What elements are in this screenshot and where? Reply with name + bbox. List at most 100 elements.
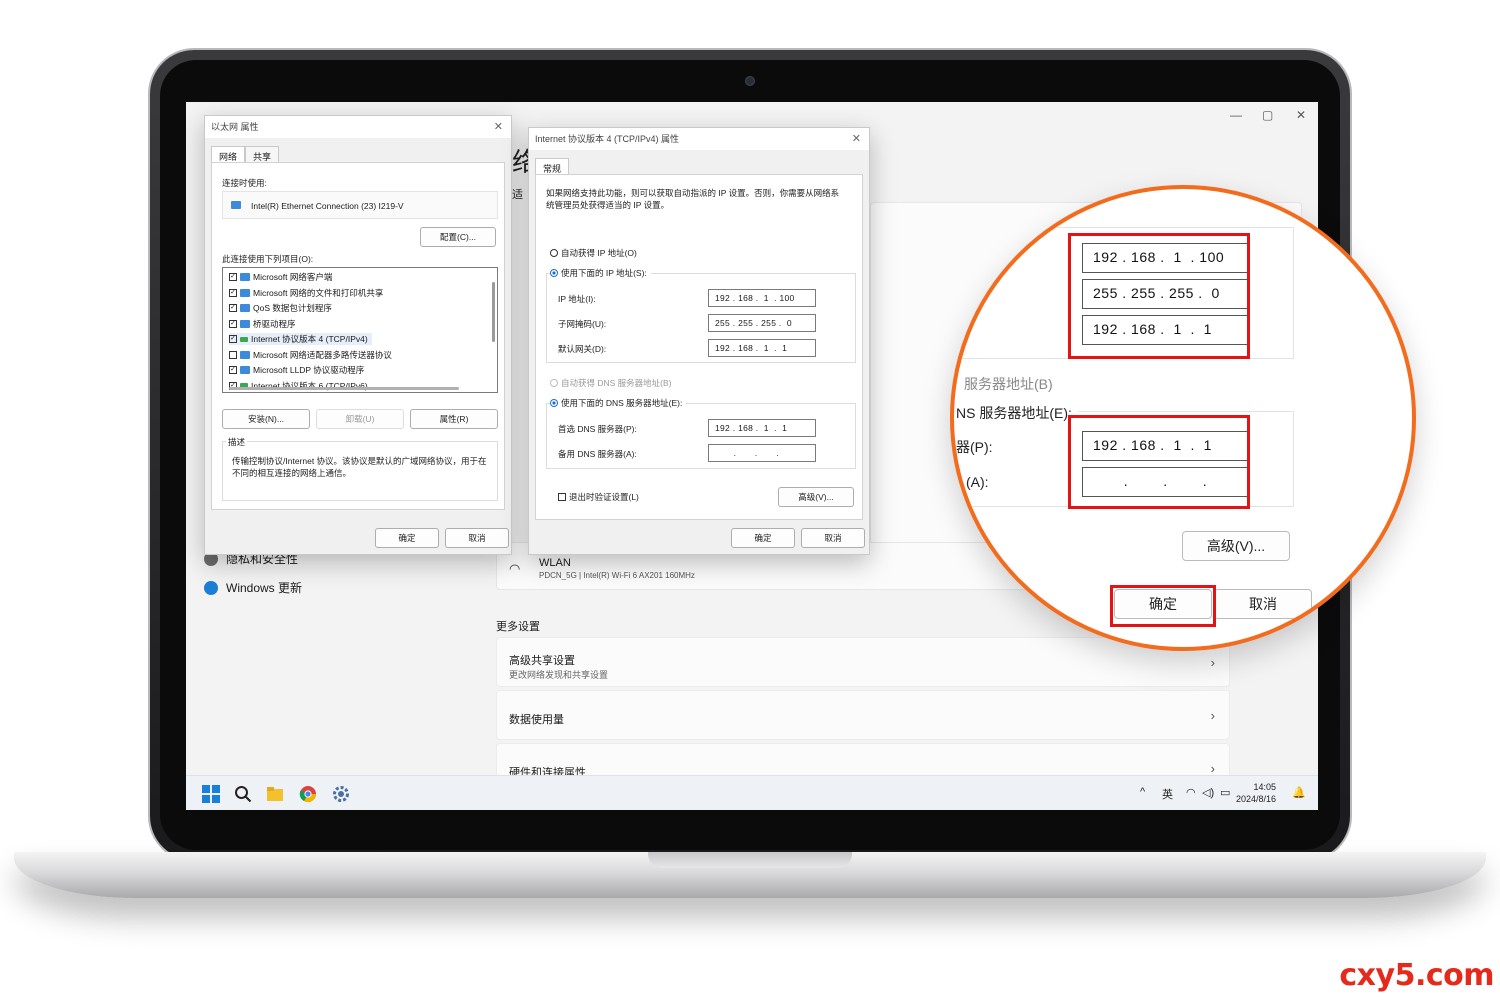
checkbox[interactable]: ✓ xyxy=(229,304,237,312)
input-language-indicator[interactable]: 英 xyxy=(1162,786,1173,802)
protocol-list[interactable]: ✓ Microsoft 网络客户端 ✓ Microsoft 网络的文件和打印机共享 ✓ Q… xyxy=(222,267,498,393)
auto-dns-label: 自动获得 DNS 服务器地址(B) xyxy=(561,378,672,388)
dialog-title: Internet 协议版本 4 (TCP/IPv4) 属性 xyxy=(535,134,680,144)
advanced-button[interactable]: 高级(V)... xyxy=(778,487,854,507)
install-button[interactable]: 安装(N)... xyxy=(222,409,310,429)
validate-checkbox[interactable]: 退出时验证设置(L) xyxy=(558,491,639,503)
file-explorer-icon[interactable] xyxy=(266,785,284,803)
protocol-label: QoS 数据包计划程序 xyxy=(253,303,332,313)
ok-button[interactable]: 确定 xyxy=(375,528,439,548)
manual-dns-radio[interactable]: 使用下面的 DNS 服务器地址(E): xyxy=(550,397,687,409)
battery-icon[interactable]: ▭ xyxy=(1220,786,1230,799)
protocol-list-item[interactable]: ✓ QoS 数据包计划程序 xyxy=(229,302,332,314)
network-component-icon xyxy=(240,350,250,359)
radio-on xyxy=(550,399,558,407)
chevron-right-icon: › xyxy=(1210,655,1215,670)
sidebar-item-windows-update[interactable]: Windows 更新 xyxy=(204,579,302,596)
properties-button[interactable]: 属性(R) xyxy=(410,409,498,429)
radio-off xyxy=(550,249,558,257)
general-tab-panel: 如果网络支持此功能，则可以获取自动指派的 IP 设置。否则，你需要从网络系统管理… xyxy=(535,174,863,520)
validate-label: 退出时验证设置(L) xyxy=(569,492,639,502)
network-icon[interactable]: ◠ xyxy=(1186,786,1196,799)
clock[interactable]: 14:05 2024/8/16 xyxy=(1236,781,1276,805)
protocol-list-item[interactable]: Microsoft 网络适配器多路传送器协议 xyxy=(229,349,392,361)
clock-date: 2024/8/16 xyxy=(1235,794,1276,804)
subnet-mask-field[interactable]: 255 . 255 . 255 . 0 xyxy=(708,314,816,332)
volume-icon[interactable]: ◁) xyxy=(1202,786,1214,799)
connect-using-label: 连接时使用: xyxy=(222,178,267,188)
network-component-icon xyxy=(240,273,250,281)
protocol-list-item[interactable]: ✓ 桥驱动程序 xyxy=(229,318,296,330)
dialog-title: 以太网 属性 xyxy=(211,122,259,132)
search-icon[interactable] xyxy=(234,785,252,803)
checkbox[interactable]: ✓ xyxy=(229,366,237,374)
protocol-list-item[interactable]: ✓ Microsoft 网络的文件和打印机共享 xyxy=(229,287,383,299)
laptop-notch xyxy=(648,852,852,868)
chrome-icon[interactable] xyxy=(299,785,317,803)
sidebar-item-label: Windows 更新 xyxy=(226,581,303,595)
description-text: 传输控制协议/Internet 协议。该协议是默认的广域网络协议，用于在不同的相… xyxy=(232,456,487,478)
radio-on xyxy=(550,269,558,277)
adapter-name: Intel(R) Ethernet Connection (23) I219-V xyxy=(251,201,404,211)
adapter-fragment: 适 xyxy=(512,189,523,201)
configure-button[interactable]: 配置(C)... xyxy=(420,227,496,247)
chevron-right-icon: › xyxy=(1210,761,1215,776)
protocol-label: Microsoft 网络的文件和打印机共享 xyxy=(253,287,384,298)
notification-bell-icon[interactable]: 🔔 xyxy=(1292,786,1306,799)
protocol-list-item[interactable]: ✓ Internet 协议版本 4 (TCP/IPv4) xyxy=(229,333,372,345)
manual-ip-radio[interactable]: 使用下面的 IP 地址(S): xyxy=(550,267,651,279)
zoom-highlight-dns xyxy=(1068,415,1250,509)
horizontal-scrollbar[interactable] xyxy=(229,387,459,390)
settings-gear-icon[interactable] xyxy=(332,785,350,803)
zoom-pref-dns-label: 器(P): xyxy=(956,439,993,455)
dialog-title-bar: 以太网 属性 ✕ xyxy=(205,116,511,138)
network-component-icon xyxy=(240,366,250,374)
windows-start-icon[interactable] xyxy=(202,785,220,803)
close-button[interactable]: ✕ xyxy=(1296,108,1306,122)
zoom-advanced-button: 高级(V)... xyxy=(1182,531,1290,561)
checkbox[interactable] xyxy=(229,350,237,359)
row-advanced-sharing[interactable]: 高级共享设置 更改网络发现和共享设置 › xyxy=(496,637,1230,687)
row-title: 数据使用量 xyxy=(509,714,564,726)
manual-ip-label: 使用下面的 IP 地址(S): xyxy=(561,268,647,278)
more-settings-heading: 更多设置 xyxy=(496,621,540,633)
cancel-button[interactable]: 取消 xyxy=(445,528,509,548)
checkbox[interactable]: ✓ xyxy=(229,335,237,343)
wlan-name: WLAN xyxy=(539,557,571,569)
chevron-up-icon[interactable]: ^ xyxy=(1140,786,1145,798)
update-icon xyxy=(204,580,218,595)
protocol-label: Microsoft LLDP 协议驱动程序 xyxy=(253,365,365,375)
gateway-label: 默认网关(D): xyxy=(558,344,607,354)
minimize-button[interactable]: — xyxy=(1230,108,1242,122)
network-component-icon xyxy=(240,304,250,312)
preferred-dns-label: 首选 DNS 服务器(P): xyxy=(558,424,637,434)
webcam xyxy=(745,76,755,86)
row-data-usage[interactable]: 数据使用量 › xyxy=(496,690,1230,740)
maximize-button[interactable]: ▢ xyxy=(1262,108,1273,122)
adapter-box: Intel(R) Ethernet Connection (23) I219-V xyxy=(222,191,498,219)
ok-button[interactable]: 确定 xyxy=(731,528,795,548)
close-icon[interactable]: ✕ xyxy=(494,116,503,138)
protocol-list-item[interactable]: ✓ Microsoft LLDP 协议驱动程序 xyxy=(229,364,364,376)
checkbox[interactable]: ✓ xyxy=(229,273,237,281)
protocol-label: Internet 协议版本 4 (TCP/IPv4) xyxy=(251,334,368,344)
cancel-button[interactable]: 取消 xyxy=(801,528,865,548)
scrollbar[interactable] xyxy=(492,282,495,342)
preferred-dns-field[interactable]: 192 . 168 . 1 . 1 xyxy=(708,419,816,437)
checkbox[interactable]: ✓ xyxy=(229,319,237,328)
checkbox[interactable]: ✓ xyxy=(229,288,237,297)
network-adapter-icon xyxy=(231,201,241,209)
close-icon[interactable]: ✕ xyxy=(852,128,861,150)
gateway-field[interactable]: 192 . 168 . 1 . 1 xyxy=(708,339,816,357)
network-component-icon xyxy=(240,319,250,328)
alternate-dns-field[interactable]: . . . xyxy=(708,444,816,462)
radio-off xyxy=(550,379,558,387)
auto-ip-radio[interactable]: 自动获得 IP 地址(O) xyxy=(550,247,637,259)
auto-dns-radio[interactable]: 自动获得 DNS 服务器地址(B) xyxy=(550,377,672,389)
protocol-label: 桥驱动程序 xyxy=(253,318,296,329)
watermark: cxy5.com xyxy=(1339,958,1494,993)
ip-address-field[interactable]: 192 . 168 . 1 . 100 xyxy=(708,289,816,307)
auto-ip-label: 自动获得 IP 地址(O) xyxy=(561,248,637,258)
taskbar: ^ 英 ◠ ◁) ▭ 14:05 2024/8/16 🔔 xyxy=(186,775,1318,810)
protocol-list-item[interactable]: ✓ Microsoft 网络客户端 xyxy=(229,271,332,283)
